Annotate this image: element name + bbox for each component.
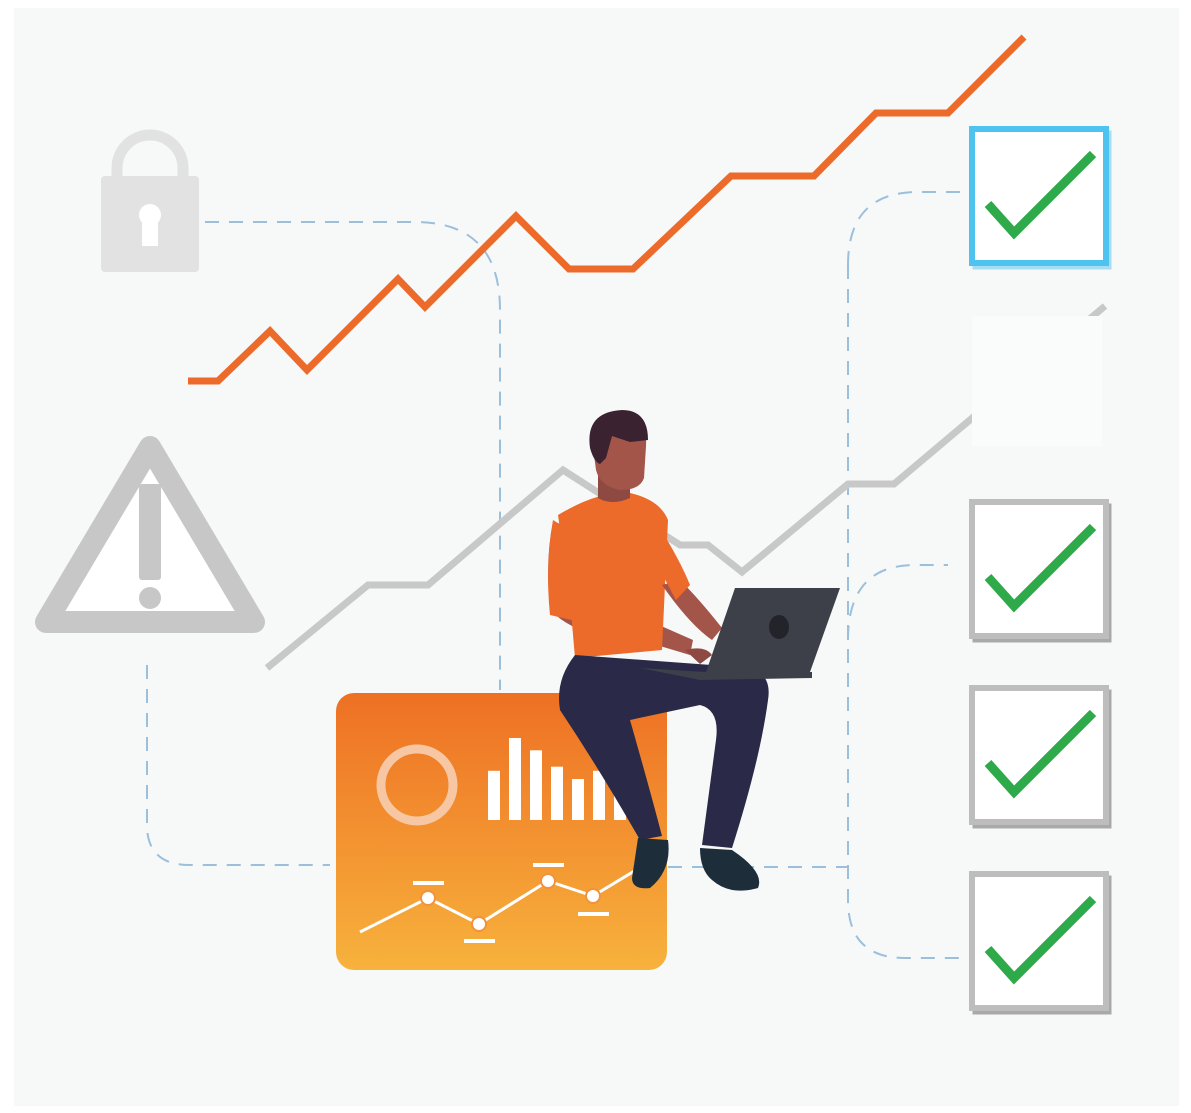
mini-bar [488, 770, 500, 820]
checklist-item [972, 316, 1102, 446]
checklist [969, 126, 1112, 1015]
mini-bar [572, 779, 584, 820]
checklist-item [969, 499, 1112, 643]
mini-bar [530, 750, 542, 820]
mini-bar [509, 738, 521, 820]
checkbox-checked-icon [969, 499, 1109, 639]
security-analytics-illustration [0, 0, 1191, 1113]
checklist-item [969, 871, 1112, 1015]
checklist-item [969, 685, 1112, 829]
checkbox-checked-icon [969, 126, 1109, 266]
checkbox-checked-icon [969, 871, 1109, 1011]
illustration-canvas [14, 8, 1179, 1106]
checkbox-checked-icon [969, 685, 1109, 825]
mini-bar [593, 770, 605, 820]
mini-bar [551, 766, 563, 820]
checklist-item [969, 126, 1112, 270]
